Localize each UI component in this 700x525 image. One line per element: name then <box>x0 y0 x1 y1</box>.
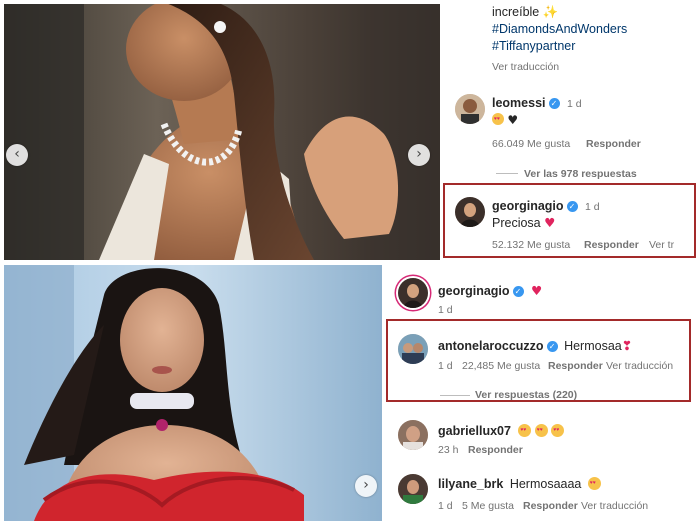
comment-time: 1 d <box>438 304 453 316</box>
comment-username[interactable]: georginagio <box>492 199 564 213</box>
comment-username[interactable]: gabriellux07 <box>438 424 511 438</box>
comments-panel-top: increíble ✨ #DiamondsAndWonders #Tiffany… <box>440 0 700 262</box>
comment-time: 1 d <box>585 201 600 213</box>
comment-text: Preciosa <box>492 216 541 230</box>
comments-panel-bottom: georginagio ✓ ♥ 1 d antonelaroccuzzo ✓ Her… <box>382 262 700 525</box>
caption-line1: increíble <box>492 5 540 19</box>
comment-header: lilyane_brk Hermosaaaa ♥♥ <box>438 477 601 491</box>
heart-eyes-emoji-icon: ♥♥ <box>587 477 601 490</box>
heart-exclamation-icon: ❣ <box>621 338 633 353</box>
see-translation-link[interactable]: Ver traducción <box>581 500 648 512</box>
comment-text: Hermosaa <box>564 339 622 353</box>
comment-time: 1 d <box>567 98 582 110</box>
comment-likes[interactable]: 66.049 Me gusta <box>492 138 570 150</box>
comment-body: Preciosa ♥ <box>492 215 555 230</box>
heart-eyes-emoji-icon: ♥♥ <box>492 113 504 125</box>
comment-likes[interactable]: 5 Me gusta <box>462 500 514 512</box>
verified-badge-icon: ✓ <box>512 286 524 297</box>
reply-button[interactable]: Responder <box>584 239 639 251</box>
carousel-next-button[interactable]: › <box>408 144 430 166</box>
comment-time: 23 h <box>438 444 459 456</box>
comment-header: georginagio ✓ 1 d <box>492 199 600 213</box>
avatar[interactable] <box>398 420 428 450</box>
comment-header: leomessi ✓ 1 d <box>492 96 582 110</box>
comment-time: 1 d <box>438 360 453 372</box>
comment-username[interactable]: antonelaroccuzzo <box>438 339 544 353</box>
heart-eyes-emoji-icon: ♥♥ <box>534 424 548 437</box>
comment-header: georginagio ✓ ♥ <box>438 283 542 298</box>
avatar[interactable] <box>398 278 428 308</box>
reply-button[interactable]: Responder <box>548 360 603 372</box>
hashtag-link[interactable]: #DiamondsAndWonders <box>492 22 627 36</box>
red-heart-icon: ♥ <box>531 283 543 298</box>
post-photo-bottom[interactable]: › <box>4 265 382 521</box>
heart-eyes-emoji-icon: ♥♥ <box>551 424 565 437</box>
reply-button[interactable]: Responder <box>523 500 578 512</box>
verified-badge-icon: ✓ <box>566 201 578 212</box>
avatar[interactable] <box>398 474 428 504</box>
comment-header: gabriellux07 ♥♥ ♥♥ ♥♥ <box>438 424 565 438</box>
comment-username[interactable]: georginagio <box>438 284 510 298</box>
verified-badge-icon: ✓ <box>546 341 558 352</box>
comment-likes[interactable]: 52.132 Me gusta <box>492 239 570 251</box>
replies-divider <box>496 173 518 174</box>
view-replies-link[interactable]: Ver las 978 respuestas <box>524 168 637 180</box>
photo-woman-red-dress <box>4 265 382 521</box>
carousel-prev-button[interactable]: ‹ <box>6 144 28 166</box>
see-translation-link[interactable]: Ver traducción <box>492 61 559 73</box>
comment-username[interactable]: leomessi <box>492 96 546 110</box>
black-heart-icon: ♥ <box>507 113 519 127</box>
see-translation-link[interactable]: Ver traducción <box>606 360 673 372</box>
hashtag-link[interactable]: #Tiffanypartner <box>492 39 575 53</box>
verified-badge-icon: ✓ <box>548 98 560 109</box>
avatar[interactable] <box>398 334 428 364</box>
comment-text: Hermosaaaa <box>509 477 582 491</box>
red-heart-icon: ♥ <box>544 215 556 230</box>
avatar[interactable] <box>455 94 485 124</box>
post-photo-top[interactable]: ‹ › <box>4 4 440 260</box>
comment-header: antonelaroccuzzo ✓ Hermosaa❣ <box>438 338 632 353</box>
comment-likes[interactable]: 22,485 Me gusta <box>462 360 540 372</box>
see-translation-link[interactable]: Ver tr <box>649 239 674 251</box>
reply-button[interactable]: Responder <box>468 444 523 456</box>
comment-username[interactable]: lilyane_brk <box>438 477 503 491</box>
reply-button[interactable]: Responder <box>586 138 641 150</box>
sparkles-icon: ✨ <box>542 4 559 19</box>
comment-body: ♥♥ ♥ <box>492 113 518 127</box>
comment-time: 1 d <box>438 500 453 512</box>
replies-divider <box>440 395 470 396</box>
photo-woman-diamond-necklace <box>4 4 440 260</box>
avatar[interactable] <box>455 197 485 227</box>
carousel-next-button[interactable]: › <box>355 475 377 497</box>
view-replies-link[interactable]: Ver respuestas (220) <box>475 389 577 401</box>
caption-text: increíble ✨ <box>492 4 558 20</box>
heart-eyes-emoji-icon: ♥♥ <box>518 424 532 437</box>
